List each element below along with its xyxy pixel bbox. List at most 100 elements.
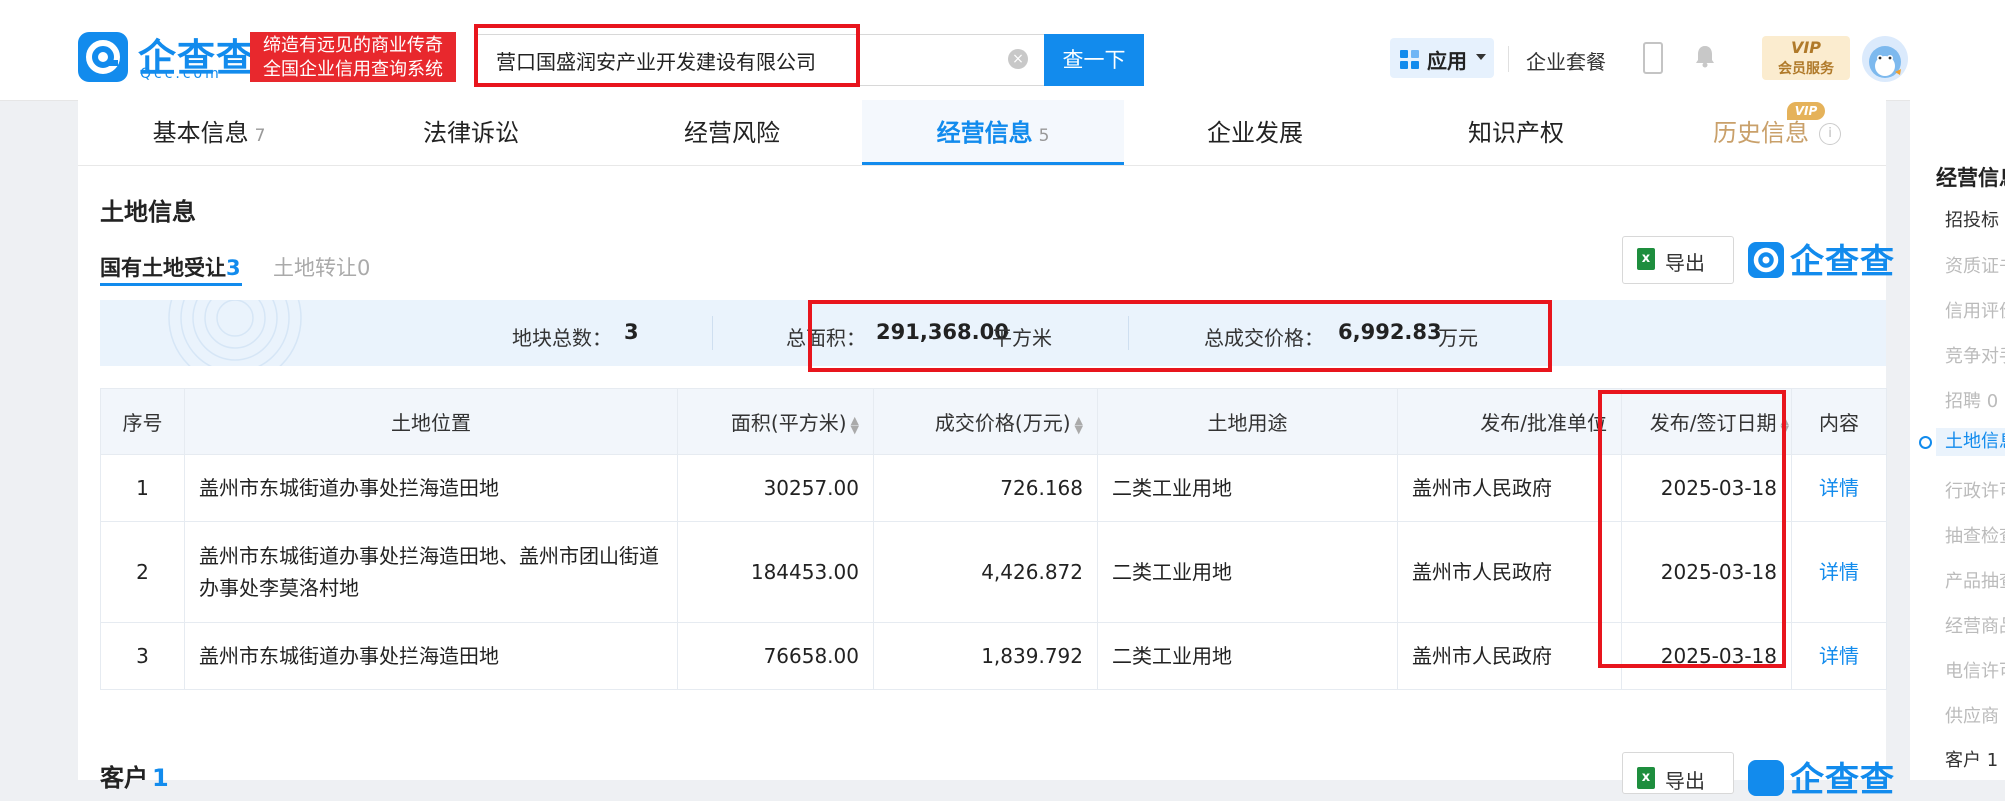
search-button[interactable]: 查一下 — [1044, 34, 1144, 86]
sidebar-item-credit[interactable]: 信用评价 — [1945, 297, 2005, 323]
enterprise-package-link[interactable]: 企业套餐 — [1526, 46, 1606, 75]
cell-use: 二类工业用地 — [1097, 521, 1398, 623]
subtab-count: 0 — [357, 256, 371, 280]
mobile-icon[interactable] — [1643, 42, 1663, 74]
subtab-label: 国有土地受让 — [100, 256, 226, 280]
tab-ip[interactable]: 知识产权 — [1385, 100, 1647, 165]
sidebar-item-qualification[interactable]: 资质证书 — [1945, 252, 2005, 278]
customer-export-button[interactable]: x 导出 — [1622, 752, 1734, 794]
sidebar-item-telecom[interactable]: 电信许可 — [1945, 657, 2005, 683]
parcel-count-value: 3 — [624, 320, 639, 344]
annotation-box-totals — [808, 300, 1552, 372]
tab-label: 基本信息 — [152, 119, 249, 147]
clear-icon[interactable]: × — [1008, 49, 1028, 69]
cell-location: 盖州市东城街道办事处拦海造田地 — [184, 622, 678, 690]
subtab-land-resale[interactable]: 土地转让0 — [273, 252, 370, 282]
subtab-count: 3 — [226, 256, 241, 280]
tab-label: 企业发展 — [1207, 119, 1303, 147]
customer-count: 1 — [152, 764, 169, 792]
tab-count: 5 — [1038, 126, 1050, 146]
export-button[interactable]: x 导出 — [1622, 236, 1734, 284]
subtab-label: 土地转让 — [273, 256, 357, 280]
sidebar-item-suppliers[interactable]: 供应商 — [1945, 702, 1999, 728]
sidebar-item-permits[interactable]: 行政许可 — [1945, 477, 2005, 503]
apps-grid-icon — [1400, 50, 1420, 70]
tab-legal[interactable]: 法律诉讼 — [340, 100, 602, 165]
cell-content: 详情 — [1791, 521, 1887, 623]
cell-area: 30257.00 — [677, 454, 874, 522]
section-title: 土地信息 — [100, 198, 196, 226]
header-divider — [1508, 46, 1509, 72]
cell-authority: 盖州市人民政府 — [1397, 622, 1622, 690]
qcc-brand-icon — [1748, 760, 1784, 796]
col-header-content: 内容 — [1791, 388, 1887, 455]
sort-icon[interactable]: ▲ ▼ — [851, 415, 859, 435]
coin-watermark-icon — [160, 300, 310, 366]
tab-label: 知识产权 — [1468, 119, 1564, 147]
detail-link[interactable]: 详情 — [1819, 476, 1859, 500]
summary-divider — [712, 316, 713, 350]
sidebar-item-inspection[interactable]: 抽查检查 — [1945, 522, 2005, 548]
cell-content: 详情 — [1791, 454, 1887, 522]
customer-section-title: 客户 1 — [100, 758, 169, 793]
cell-use: 二类工业用地 — [1097, 622, 1398, 690]
parcel-count-label: 地块总数： — [512, 326, 612, 350]
subtab-underline — [100, 283, 242, 286]
tab-development[interactable]: 企业发展 — [1124, 100, 1386, 165]
cell-location: 盖州市东城街道办事处拦海造田地 — [184, 454, 678, 522]
tab-label: 经营信息 — [936, 119, 1033, 147]
sidebar-item-land-info[interactable]: 土地信息 — [1936, 428, 2005, 456]
bell-icon[interactable] — [1694, 44, 1716, 68]
tab-business-info[interactable]: 经营信息 5 — [862, 100, 1124, 165]
user-avatar[interactable] — [1862, 36, 1908, 82]
col-header-use: 土地用途 — [1097, 388, 1398, 455]
active-indicator-dot — [1919, 436, 1932, 449]
vip-member-button[interactable]: VIP 会员服务 — [1762, 36, 1850, 80]
detail-link[interactable]: 详情 — [1819, 560, 1859, 584]
cell-no: 1 — [100, 454, 185, 522]
sidebar-item-bidding[interactable]: 招投标 — [1945, 206, 1999, 232]
brand-watermark: 企查查 — [1790, 242, 1895, 282]
logo-subtext: Qcc.com — [140, 66, 222, 82]
vip-label: VIP — [1790, 38, 1822, 57]
export-label: 导出 — [1665, 251, 1705, 275]
subtab-state-land-transfer[interactable]: 国有土地受让3 — [100, 252, 241, 282]
cell-no: 2 — [100, 521, 185, 623]
cell-area: 76658.00 — [677, 622, 874, 690]
cell-area: 184453.00 — [677, 521, 874, 623]
tab-risk[interactable]: 经营风险 — [601, 100, 863, 165]
tab-basic-info[interactable]: 基本信息 7 — [78, 100, 340, 165]
slogan-banner: 缔造有远见的商业传奇 全国企业信用查询系统 — [250, 32, 456, 82]
detail-link[interactable]: 详情 — [1819, 644, 1859, 668]
sidebar-heading: 经营信息 — [1936, 166, 2005, 190]
col-header-label: 面积(平方米) — [730, 411, 847, 435]
vip-service-label: 会员服务 — [1778, 61, 1834, 77]
info-icon[interactable]: i — [1819, 123, 1841, 145]
vip-tag: VIP — [1787, 102, 1825, 120]
tab-history[interactable]: 历史信息 i — [1646, 100, 1908, 165]
excel-icon: x — [1637, 767, 1655, 789]
slogan-line-2: 全国企业信用查询系统 — [263, 59, 443, 80]
col-header-authority: 发布/批准单位 — [1397, 388, 1622, 455]
qcc-logo-icon[interactable] — [78, 32, 128, 82]
annotation-box-dates — [1598, 390, 1786, 668]
cell-content: 详情 — [1791, 622, 1887, 690]
sidebar-item-recruitment[interactable]: 招聘 0 — [1945, 387, 1998, 413]
caret-down-icon — [1476, 54, 1486, 60]
tab-label: 历史信息 — [1713, 119, 1809, 147]
customer-title-label: 客户 — [100, 764, 148, 792]
sidebar-item-product-check[interactable]: 产品抽查 — [1945, 567, 2005, 593]
sidebar-item-goods[interactable]: 经营商品 — [1945, 612, 2005, 638]
tab-count: 7 — [254, 126, 266, 146]
col-header-area[interactable]: 面积(平方米) ▲ ▼ — [677, 388, 874, 455]
sidebar-item-competitors[interactable]: 竞争对手 — [1945, 342, 2005, 368]
qcc-brand-icon — [1748, 242, 1784, 278]
cell-authority: 盖州市人民政府 — [1397, 454, 1622, 522]
sidebar-item-customers[interactable]: 客户 1 — [1945, 746, 1998, 772]
col-header-location: 土地位置 — [184, 388, 678, 455]
cell-price: 726.168 — [873, 454, 1098, 522]
slogan-line-1: 缔造有远见的商业传奇 — [263, 35, 443, 56]
sort-icon[interactable]: ▲ ▼ — [1075, 415, 1083, 435]
cell-price: 4,426.872 — [873, 521, 1098, 623]
col-header-price[interactable]: 成交价格(万元) ▲ ▼ — [873, 388, 1098, 455]
